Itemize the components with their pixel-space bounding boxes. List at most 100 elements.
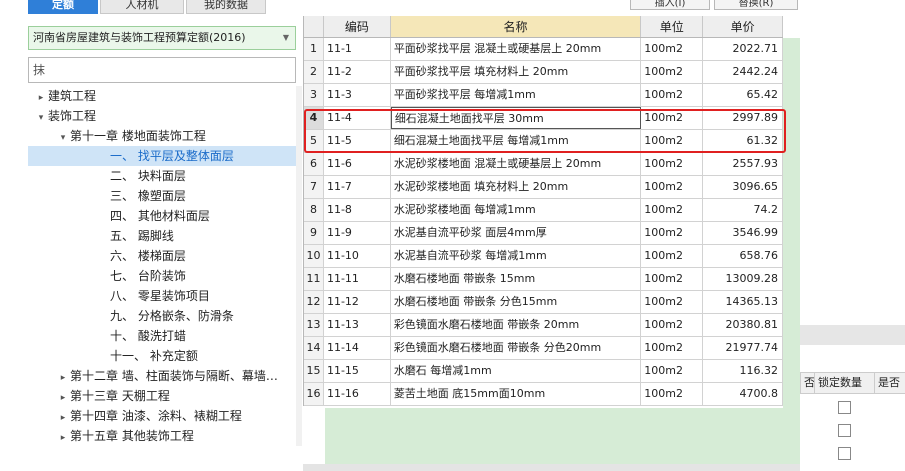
tree-node[interactable]: 五、 踢脚线 <box>28 226 302 246</box>
lock-checkbox[interactable] <box>838 401 851 414</box>
price-cell[interactable]: 21977.74 <box>703 337 783 359</box>
price-cell[interactable]: 3546.99 <box>703 222 783 244</box>
quota-library-select[interactable]: 河南省房屋建筑与装饰工程预算定额(2016) ▼ <box>28 26 296 50</box>
unit-cell[interactable]: 100m2 <box>641 360 704 382</box>
unit-cell[interactable]: 100m2 <box>641 176 704 198</box>
name-cell[interactable]: 平面砂浆找平层 填充材料上 20mm <box>391 61 642 83</box>
row-index[interactable]: 11 <box>304 268 324 290</box>
table-row[interactable]: 14 11-14 彩色镜面水磨石楼地面 带嵌条 分色20mm 100m2 21977.7… <box>304 337 783 360</box>
name-cell[interactable]: 彩色镜面水磨石楼地面 带嵌条 20mm <box>391 314 642 336</box>
header-unit[interactable]: 单位 <box>641 16 704 37</box>
name-cell[interactable]: 细石混凝土地面找平层 每增减1mm <box>391 130 642 152</box>
name-cell[interactable]: 水磨石楼地面 带嵌条 分色15mm <box>391 291 642 313</box>
table-row[interactable]: 2 11-2 平面砂浆找平层 填充材料上 20mm 100m2 2442.24 <box>304 61 783 84</box>
caret-right-icon[interactable]: ▸ <box>34 88 48 106</box>
name-cell[interactable]: 水泥基自流平砂浆 每增减1mm <box>391 245 642 267</box>
row-index[interactable]: 3 <box>304 84 324 106</box>
row-index[interactable]: 10 <box>304 245 324 267</box>
table-row[interactable]: 9 11-9 水泥基自流平砂浆 面层4mm厚 100m2 3546.99 <box>304 222 783 245</box>
row-index[interactable]: 14 <box>304 337 324 359</box>
row-index[interactable]: 1 <box>304 38 324 60</box>
code-cell[interactable]: 11-4 <box>324 107 391 129</box>
price-cell[interactable]: 61.32 <box>703 130 783 152</box>
code-cell[interactable]: 11-5 <box>324 130 391 152</box>
row-index[interactable]: 8 <box>304 199 324 221</box>
row-index[interactable]: 12 <box>304 291 324 313</box>
name-cell[interactable]: 水泥砂浆楼地面 混凝土或硬基层上 20mm <box>391 153 642 175</box>
code-cell[interactable]: 11-15 <box>324 360 391 382</box>
tree-node[interactable]: ▸ 第十四章 油漆、涂料、裱糊工程 <box>28 406 302 426</box>
code-cell[interactable]: 11-13 <box>324 314 391 336</box>
unit-cell[interactable]: 100m2 <box>641 130 704 152</box>
price-cell[interactable]: 74.2 <box>703 199 783 221</box>
unit-cell[interactable]: 100m2 <box>641 268 704 290</box>
price-cell[interactable]: 4700.8 <box>703 383 783 405</box>
table-row[interactable]: 4 11-4 细石混凝土地面找平层 30mm 100m2 2997.89 <box>304 107 783 130</box>
table-row[interactable]: 13 11-13 彩色镜面水磨石楼地面 带嵌条 20mm 100m2 20380.81 <box>304 314 783 337</box>
name-cell[interactable]: 水泥砂浆楼地面 填充材料上 20mm <box>391 176 642 198</box>
caret-right-icon[interactable]: ▸ <box>56 428 70 446</box>
table-row[interactable]: 16 11-16 菱苦土地面 底15mm面10mm 100m2 4700.8 <box>304 383 783 406</box>
row-index[interactable]: 2 <box>304 61 324 83</box>
unit-cell[interactable]: 100m2 <box>641 84 704 106</box>
code-cell[interactable]: 11-3 <box>324 84 391 106</box>
code-cell[interactable]: 11-9 <box>324 222 391 244</box>
unit-cell[interactable]: 100m2 <box>641 222 704 244</box>
unit-cell[interactable]: 100m2 <box>641 314 704 336</box>
code-cell[interactable]: 11-2 <box>324 61 391 83</box>
code-cell[interactable]: 11-12 <box>324 291 391 313</box>
tab-my-data[interactable]: 我的数据 <box>186 0 266 14</box>
price-cell[interactable]: 2442.24 <box>703 61 783 83</box>
tree-node[interactable]: ▸ 建筑工程 <box>28 86 302 106</box>
row-index[interactable]: 6 <box>304 153 324 175</box>
tree-node[interactable]: 二、 块料面层 <box>28 166 302 186</box>
tree-node[interactable]: ▸ 第十二章 墙、柱面装饰与隔断、幕墙… <box>28 366 302 386</box>
horizontal-scrollbar[interactable] <box>303 464 800 471</box>
header-price[interactable]: 单价 <box>703 16 783 37</box>
caret-right-icon[interactable]: ▸ <box>56 368 70 386</box>
caret-right-icon[interactable]: ▸ <box>56 388 70 406</box>
unit-cell[interactable]: 100m2 <box>641 61 704 83</box>
row-index[interactable]: 5 <box>304 130 324 152</box>
name-cell[interactable]: 水磨石 每增减1mm <box>391 360 642 382</box>
table-row[interactable]: 11 11-11 水磨石楼地面 带嵌条 15mm 100m2 13009.28 <box>304 268 783 291</box>
price-cell[interactable]: 3096.65 <box>703 176 783 198</box>
lock-checkbox[interactable] <box>838 447 851 460</box>
table-row[interactable]: 10 11-10 水泥基自流平砂浆 每增减1mm 100m2 658.76 <box>304 245 783 268</box>
name-cell[interactable]: 彩色镜面水磨石楼地面 带嵌条 分色20mm <box>391 337 642 359</box>
price-cell[interactable]: 14365.13 <box>703 291 783 313</box>
price-cell[interactable]: 2997.89 <box>703 107 783 129</box>
row-index[interactable]: 4 <box>304 107 324 129</box>
row-index[interactable]: 9 <box>304 222 324 244</box>
code-cell[interactable]: 11-6 <box>324 153 391 175</box>
tree-node[interactable]: 十一、 补充定额 <box>28 346 302 366</box>
unit-cell[interactable]: 100m2 <box>641 107 704 129</box>
tree-node[interactable]: 八、 零星装饰项目 <box>28 286 302 306</box>
tree-node[interactable]: 三、 橡塑面层 <box>28 186 302 206</box>
header-code[interactable]: 编码 <box>324 16 391 37</box>
table-row[interactable]: 6 11-6 水泥砂浆楼地面 混凝土或硬基层上 20mm 100m2 2557.93 <box>304 153 783 176</box>
unit-cell[interactable]: 100m2 <box>641 153 704 175</box>
tree-node[interactable]: 七、 台阶装饰 <box>28 266 302 286</box>
tree-node[interactable]: 十、 酸洗打蜡 <box>28 326 302 346</box>
tree-node[interactable]: ▾ 第十一章 楼地面装饰工程 <box>28 126 302 146</box>
row-index[interactable]: 7 <box>304 176 324 198</box>
replace-button[interactable]: 替换(R) <box>714 0 798 10</box>
table-row[interactable]: 15 11-15 水磨石 每增减1mm 100m2 116.32 <box>304 360 783 383</box>
code-cell[interactable]: 11-1 <box>324 38 391 60</box>
table-row[interactable]: 5 11-5 细石混凝土地面找平层 每增减1mm 100m2 61.32 <box>304 130 783 153</box>
unit-cell[interactable]: 100m2 <box>641 291 704 313</box>
name-cell[interactable]: 平面砂浆找平层 混凝土或硬基层上 20mm <box>391 38 642 60</box>
insert-button[interactable]: 插入(I) <box>630 0 710 10</box>
price-cell[interactable]: 658.76 <box>703 245 783 267</box>
row-index[interactable]: 13 <box>304 314 324 336</box>
tree-node[interactable]: 九、 分格嵌条、防滑条 <box>28 306 302 326</box>
unit-cell[interactable]: 100m2 <box>641 38 704 60</box>
unit-cell[interactable]: 100m2 <box>641 337 704 359</box>
unit-cell[interactable]: 100m2 <box>641 199 704 221</box>
row-index[interactable]: 15 <box>304 360 324 382</box>
caret-down-icon[interactable]: ▾ <box>56 128 70 146</box>
code-cell[interactable]: 11-10 <box>324 245 391 267</box>
caret-right-icon[interactable]: ▸ <box>56 408 70 426</box>
tree-node[interactable]: ▸ 第十三章 天棚工程 <box>28 386 302 406</box>
